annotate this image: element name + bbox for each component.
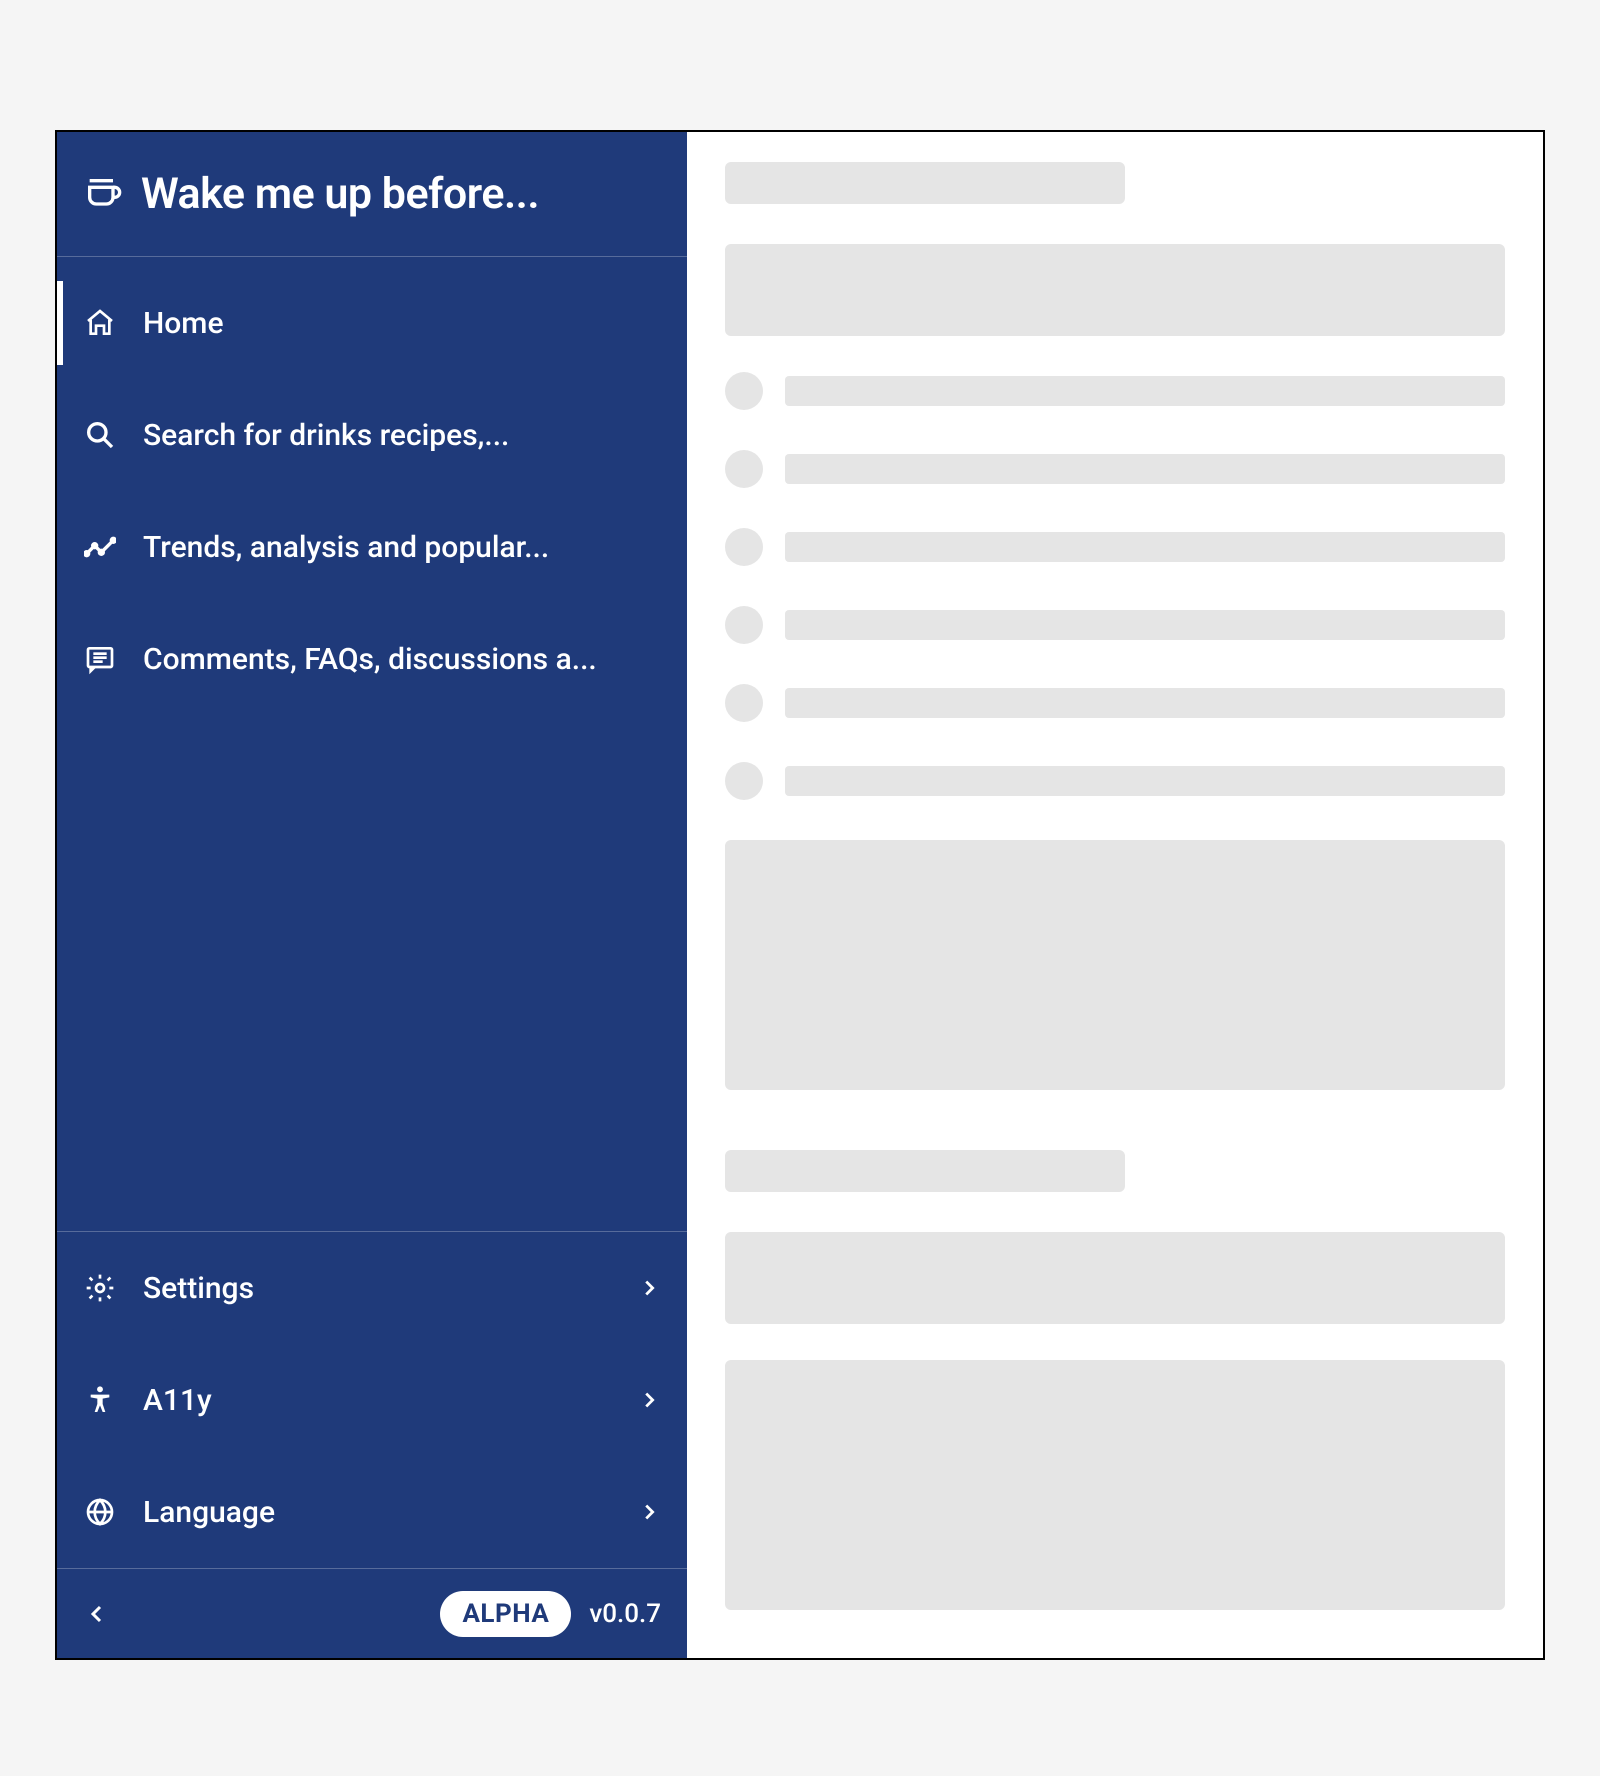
version-label: v0.0.7 <box>589 1599 661 1629</box>
sidebar-item-label: Settings <box>143 1271 611 1306</box>
skeleton-line <box>785 610 1505 640</box>
skeleton-line <box>785 766 1505 796</box>
home-icon <box>83 306 117 340</box>
sidebar: Wake me up before... Home <box>57 132 687 1658</box>
content-area <box>687 132 1543 1658</box>
skeleton-header <box>725 244 1505 336</box>
skeleton-list-item <box>725 606 1505 644</box>
skeleton-list-item <box>725 684 1505 722</box>
chevron-right-icon <box>637 1276 661 1300</box>
sidebar-item-language[interactable]: Language <box>57 1456 687 1568</box>
app-container: Wake me up before... Home <box>55 130 1545 1660</box>
app-title: Wake me up before... <box>141 169 539 219</box>
sidebar-header: Wake me up before... <box>57 132 687 257</box>
sidebar-item-label: Trends, analysis and popular... <box>143 530 661 565</box>
skeleton-line <box>785 688 1505 718</box>
sidebar-item-a11y[interactable]: A11y <box>57 1344 687 1456</box>
globe-icon <box>83 1495 117 1529</box>
skeleton-avatar <box>725 762 763 800</box>
skeleton-avatar <box>725 450 763 488</box>
sidebar-item-label: Home <box>143 306 661 341</box>
collapse-button[interactable] <box>83 1600 111 1628</box>
skeleton-title <box>725 1150 1125 1192</box>
skeleton-list-item <box>725 528 1505 566</box>
skeleton-block <box>725 840 1505 1090</box>
skeleton-line <box>785 376 1505 406</box>
nav-primary: Home Search for drinks recipes,... <box>57 257 687 1231</box>
skeleton-line <box>785 532 1505 562</box>
sidebar-footer: ALPHA v0.0.7 <box>57 1568 687 1658</box>
skeleton-list-item <box>725 762 1505 800</box>
sidebar-item-label: Comments, FAQs, discussions a... <box>143 642 661 677</box>
skeleton-avatar <box>725 684 763 722</box>
chevron-right-icon <box>637 1388 661 1412</box>
skeleton-header <box>725 1232 1505 1324</box>
sidebar-item-trends[interactable]: Trends, analysis and popular... <box>57 491 687 603</box>
sidebar-item-label: A11y <box>143 1383 611 1418</box>
release-badge: ALPHA <box>440 1591 571 1637</box>
sidebar-item-search[interactable]: Search for drinks recipes,... <box>57 379 687 491</box>
sidebar-item-label: Search for drinks recipes,... <box>143 418 661 453</box>
skeleton-block <box>725 1360 1505 1610</box>
skeleton-line <box>785 454 1505 484</box>
skeleton-list-item <box>725 372 1505 410</box>
nav-secondary: Settings A11y <box>57 1231 687 1568</box>
skeleton-avatar <box>725 528 763 566</box>
gear-icon <box>83 1271 117 1305</box>
skeleton-list <box>725 372 1505 800</box>
sidebar-item-label: Language <box>143 1495 611 1530</box>
sidebar-item-comments[interactable]: Comments, FAQs, discussions a... <box>57 603 687 715</box>
sidebar-item-settings[interactable]: Settings <box>57 1232 687 1344</box>
skeleton-avatar <box>725 372 763 410</box>
trends-icon <box>83 530 117 564</box>
sidebar-item-home[interactable]: Home <box>57 267 687 379</box>
skeleton-list-item <box>725 450 1505 488</box>
search-icon <box>83 418 117 452</box>
coffee-icon <box>83 174 123 214</box>
skeleton-title <box>725 162 1125 204</box>
accessibility-icon <box>83 1383 117 1417</box>
chevron-right-icon <box>637 1500 661 1524</box>
comments-icon <box>83 642 117 676</box>
skeleton-avatar <box>725 606 763 644</box>
